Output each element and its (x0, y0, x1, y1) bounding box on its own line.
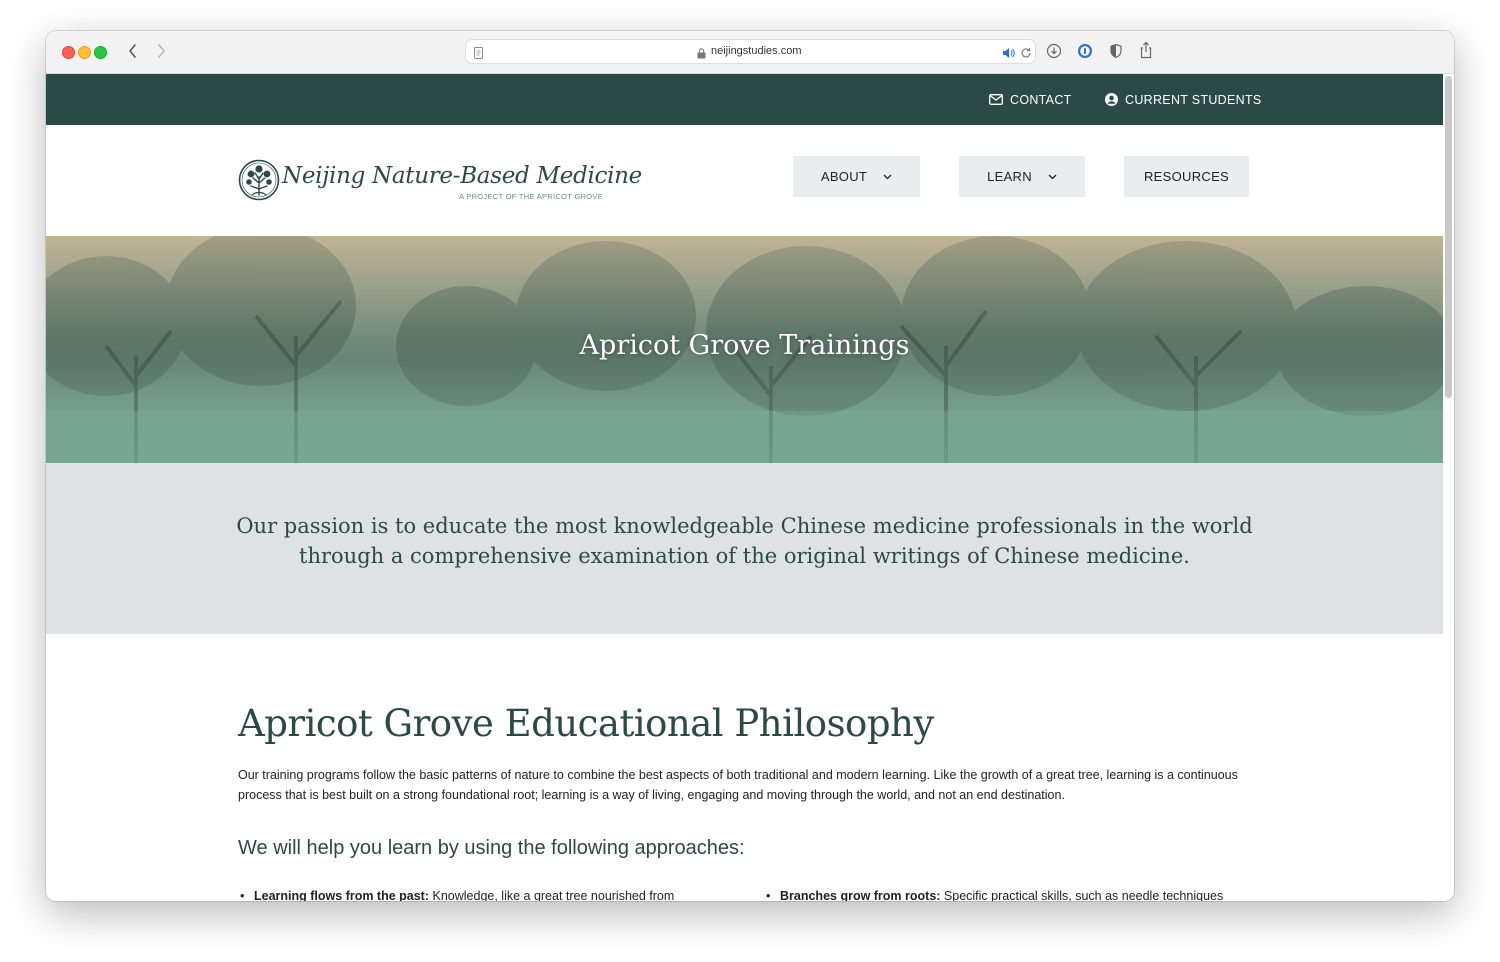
nav-about-button[interactable]: ABOUT (793, 156, 920, 197)
hero-title: Apricot Grove Trainings (579, 330, 910, 361)
nav-about-label: ABOUT (820, 169, 868, 184)
user-circle-icon (1105, 93, 1118, 106)
nav-learn-label: LEARN (987, 169, 1032, 184)
chevron-down-icon (883, 174, 892, 179)
utility-bar: CONTACT CURRENT STUDENTS (46, 74, 1443, 125)
nav-resources-button[interactable]: RESOURCES (1124, 156, 1249, 197)
mission-section: Our passion is to educate the most knowl… (46, 463, 1443, 634)
current-students-label: CURRENT STUDENTS (1125, 92, 1262, 107)
browser-toolbar: neijingstudies.com (46, 31, 1454, 74)
download-icon[interactable] (1046, 43, 1062, 59)
privacy-shield-icon[interactable] (1108, 43, 1124, 59)
current-students-link[interactable]: CURRENT STUDENTS (1105, 74, 1262, 125)
bullet-label: Branches grow from roots: (780, 889, 941, 901)
nav-learn-button[interactable]: LEARN (959, 156, 1085, 197)
philosophy-body: Our training programs follow the basic p… (238, 768, 1238, 802)
list-item: Branches grow from roots: Specific pract… (766, 889, 1224, 901)
tree-logo-icon[interactable] (238, 159, 280, 201)
bullet-label: Learning flows from the past: (254, 889, 430, 901)
zoom-window-button[interactable] (94, 46, 107, 59)
speaker-icon[interactable] (1002, 46, 1015, 58)
hero-banner: Apricot Grove Trainings (46, 236, 1443, 463)
bullet-text: Knowledge, like a great tree nourished f… (429, 889, 675, 901)
address-bar[interactable]: neijingstudies.com (465, 39, 1036, 64)
contact-link[interactable]: CONTACT (989, 74, 1072, 125)
philosophy-title: Apricot Grove Educational Philosophy (238, 702, 934, 745)
page-icon[interactable] (473, 46, 484, 59)
reload-icon[interactable] (1020, 46, 1032, 58)
close-window-button[interactable] (62, 46, 75, 59)
page-viewport: CONTACT CURRENT STUDENTS Neijing Nature-… (46, 74, 1454, 901)
back-arrow-icon[interactable] (124, 41, 142, 61)
chevron-down-icon (1048, 174, 1057, 179)
password-manager-icon[interactable] (1077, 43, 1093, 59)
bullet-text: Specific practical skills, such as needl… (940, 889, 1224, 901)
scrollbar-thumb[interactable] (1445, 76, 1452, 398)
logo-title[interactable]: Neijing Nature-Based Medicine (282, 163, 642, 189)
site-header: Neijing Nature-Based Medicine A PROJECT … (46, 125, 1443, 236)
lock-icon (697, 46, 706, 59)
envelope-icon (989, 94, 1003, 105)
contact-label: CONTACT (1010, 92, 1072, 107)
browser-window: neijingstudies.com CONTACT CURRENT STUDE… (46, 31, 1454, 901)
url-text[interactable]: neijingstudies.com (711, 45, 802, 57)
approaches-title: We will help you learn by using the foll… (238, 837, 745, 859)
logo-subtitle: A PROJECT OF THE APRICOT GROVE (459, 192, 604, 201)
share-icon[interactable] (1138, 41, 1154, 59)
mission-statement: Our passion is to educate the most knowl… (236, 514, 1253, 568)
forward-arrow-icon[interactable] (152, 41, 170, 61)
minimize-window-button[interactable] (78, 46, 91, 59)
list-item: Learning flows from the past: Knowledge,… (240, 889, 675, 901)
nav-resources-label: RESOURCES (1143, 169, 1230, 184)
